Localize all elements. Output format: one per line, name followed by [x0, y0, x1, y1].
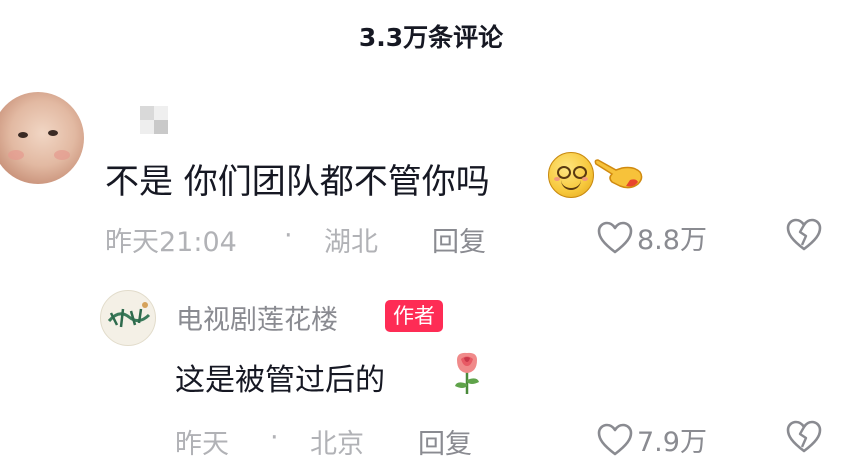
author-avatar[interactable]	[100, 290, 156, 346]
author-name[interactable]: 电视剧莲花楼	[176, 298, 338, 337]
commenter-avatar[interactable]	[0, 92, 84, 184]
heart-icon	[597, 221, 633, 255]
reply-time: 昨天	[175, 429, 229, 460]
rose-icon	[449, 350, 485, 396]
comment-meta-dot: ·	[284, 220, 293, 251]
comment-like-button[interactable]: 8.8万	[597, 218, 707, 257]
reply-location: 北京	[310, 429, 364, 460]
reply-like-count: 7.9万	[637, 427, 707, 458]
broken-heart-icon[interactable]	[786, 218, 822, 252]
author-badge: 作者	[385, 300, 443, 332]
pointing-hand-icon	[594, 152, 646, 194]
reply-like-button[interactable]: 7.9万	[597, 420, 707, 459]
comment-like-count: 8.8万	[637, 225, 707, 256]
comment-text: 不是 你们团队都不管你吗	[105, 162, 490, 202]
broken-heart-icon[interactable]	[786, 420, 822, 454]
smile-icon	[548, 152, 594, 198]
comment-location: 湖北	[324, 227, 378, 258]
comment-reply-button[interactable]: 回复	[432, 220, 486, 259]
comments-count-title: 3.3万条评论	[358, 23, 504, 52]
reply-reply-button[interactable]: 回复	[418, 422, 472, 461]
reply-text: 这是被管过后的	[175, 363, 385, 398]
heart-icon	[597, 423, 633, 457]
masked-username[interactable]	[136, 104, 176, 134]
comment-time: 昨天21:04	[105, 227, 237, 258]
reply-meta-dot: ·	[270, 422, 279, 453]
